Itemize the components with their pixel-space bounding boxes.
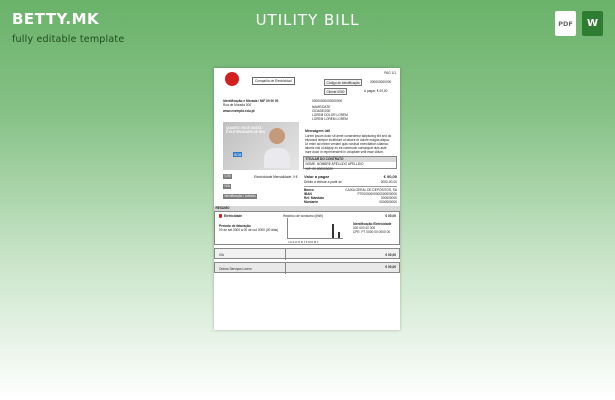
message-line: irure dolor in reprehenderit in voluptat… (305, 150, 384, 154)
word-file-icon[interactable]: W (582, 11, 603, 36)
advertisement-image: QUANTO VOCÊ GOSTA E ELETRICIDADE DE 80% … (223, 122, 299, 170)
consumption-chart (287, 218, 343, 239)
info-tab: N/A (223, 184, 232, 189)
bill-document-preview[interactable]: PAG 1/1 Compañía de Electricidad Código … (214, 68, 400, 330)
pdf-file-icon[interactable]: PDF (555, 11, 576, 36)
company-logo-icon (225, 72, 239, 86)
bank-label: Montante (304, 200, 319, 204)
chart-bar (332, 224, 334, 238)
bank-value: 0000000000 (379, 200, 397, 204)
contract-holder-box: TITULAR DO CONTRATO NOME: NOMBRE APELLID… (303, 156, 397, 171)
info-tab: Identificação / Adesão (223, 194, 258, 199)
website-link[interactable]: www.exemplo.edu.pt (223, 109, 255, 113)
ad-badge: BCM (233, 152, 243, 157)
side-line: CPE: PT 0000 00 0000 00 (353, 230, 391, 234)
message-title: Mensagem útil (305, 129, 330, 133)
other-services-row: Outros Serviços Lorem € 00,00 (214, 262, 400, 274)
contract-holder-nif: NIF: 00 000000000 (305, 166, 333, 171)
recipient-code: 00000000000000000 (312, 99, 343, 103)
electricity-value: € 00,00 (385, 214, 396, 218)
page-title: UTILITY BILL (255, 11, 360, 29)
chart-month-labels: J A S O N D J F M A M J (288, 240, 319, 244)
due-date-label: Débito a efetuar a partir de (304, 180, 342, 184)
amount-due-value: € 00,00 (383, 174, 397, 179)
divider (304, 186, 397, 187)
chart-bar (338, 232, 340, 238)
divider (285, 249, 286, 260)
reference-label: Código de identificação (324, 79, 363, 87)
client-label: Cliente 0000 (324, 88, 347, 96)
person-photo (264, 148, 290, 168)
iva-row: IVA € 00,00 (214, 248, 400, 260)
brand-tagline: fully editable template (12, 34, 125, 45)
info-tab-label: Electricidade Mensalidade: 0 € (254, 175, 298, 179)
address-line: Rua de Morada 000 (223, 103, 252, 107)
due-date-value: 0000-00-00 (380, 180, 397, 184)
info-tab: 0,00 (223, 174, 233, 179)
iva-value: € 00,00 (385, 252, 396, 257)
client-value: A pagar: € 00,00 (364, 89, 388, 93)
electricity-section: Eletricidade Histórico de consumo (kWh) … (214, 211, 400, 245)
company-name: Compañía de Electricidad (252, 77, 295, 85)
electricity-pin-icon (219, 214, 222, 218)
period-line: 00 de set 0000 a 00 de out 0000 (00 dias… (219, 228, 279, 232)
recipient-line: LOREM LOREM LOREM (312, 117, 348, 121)
other-services-label: Outros Serviços Lorem (219, 266, 252, 271)
person-photo (269, 128, 285, 144)
electricity-title: Eletricidade (224, 214, 243, 218)
divider (285, 263, 286, 274)
page-number: PAG 1/1 (384, 71, 396, 75)
amount-due-label: Valor a pagar (304, 174, 330, 179)
format-icons: PDF W (555, 11, 603, 36)
history-title: Histórico de consumo (kWh) (283, 213, 324, 218)
ad-headline: E ELETRICIDADE DE 80% (226, 130, 266, 134)
reference-value: 000000000000 (370, 80, 392, 84)
iva-label: IVA (219, 252, 224, 257)
other-services-value: € 00,00 (385, 264, 396, 269)
